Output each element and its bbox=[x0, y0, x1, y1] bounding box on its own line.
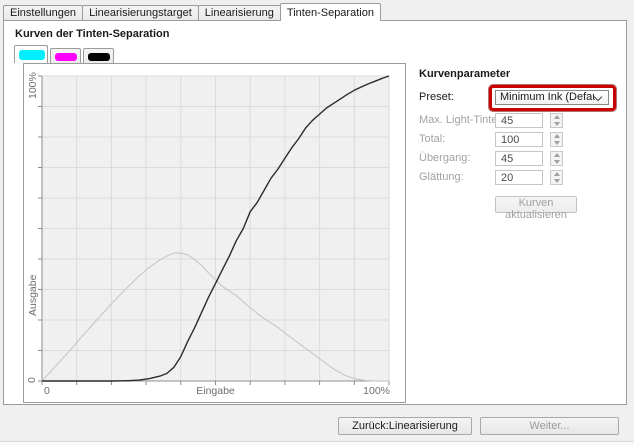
max-light-ink-field[interactable] bbox=[495, 113, 543, 128]
preset-highlight-annotation: Minimum Ink (Default) bbox=[489, 85, 616, 111]
glaettung-label: Glättung: bbox=[419, 170, 464, 185]
svg-text:Eingabe: Eingabe bbox=[196, 385, 235, 397]
tab-linearisierung[interactable]: Linearisierung bbox=[198, 5, 281, 20]
glaettung-field[interactable] bbox=[495, 170, 543, 185]
channel-tab-magenta[interactable] bbox=[50, 48, 81, 63]
parameters-heading: Kurvenparameter bbox=[419, 68, 510, 80]
tab-bar: Einstellungen Linearisierungstarget Line… bbox=[3, 2, 380, 20]
max-light-ink-label: Max. Light-Tinte: bbox=[419, 113, 501, 128]
section-heading: Kurven der Tinten-Separation bbox=[15, 28, 169, 40]
svg-text:0: 0 bbox=[26, 377, 38, 383]
update-curves-button[interactable]: Kurven aktualisieren bbox=[495, 196, 577, 213]
spin-up-icon[interactable] bbox=[551, 114, 562, 120]
preset-dropdown[interactable]: Minimum Ink (Default) bbox=[495, 90, 609, 105]
tab-einstellungen[interactable]: Einstellungen bbox=[3, 5, 83, 20]
separation-curves-chart: 100% Ausgabe 00 Eingabe 100% bbox=[24, 64, 405, 402]
channel-tab-cyan[interactable] bbox=[14, 45, 48, 63]
uebergang-label: Übergang: bbox=[419, 151, 470, 166]
uebergang-field[interactable] bbox=[495, 151, 543, 166]
spin-down-icon[interactable] bbox=[551, 159, 562, 165]
svg-text:100%: 100% bbox=[27, 72, 39, 99]
spin-up-icon[interactable] bbox=[551, 152, 562, 158]
cyan-swatch bbox=[19, 50, 45, 60]
spin-up-icon[interactable] bbox=[551, 133, 562, 139]
back-linearization-button[interactable]: Zurück:Linearisierung bbox=[338, 417, 472, 435]
total-field[interactable] bbox=[495, 132, 543, 147]
spin-down-icon[interactable] bbox=[551, 178, 562, 184]
magenta-swatch bbox=[55, 53, 77, 61]
tab-tinten-separation[interactable]: Tinten-Separation bbox=[280, 3, 381, 21]
black-swatch bbox=[88, 53, 110, 61]
glaettung-stepper[interactable] bbox=[550, 170, 563, 185]
next-button[interactable]: Weiter... bbox=[480, 417, 619, 435]
total-label: Total: bbox=[419, 132, 445, 147]
svg-text:Ausgabe: Ausgabe bbox=[27, 274, 39, 316]
tab-linearisierungstarget[interactable]: Linearisierungstarget bbox=[82, 5, 199, 20]
svg-text:100%: 100% bbox=[363, 385, 390, 397]
spin-up-icon[interactable] bbox=[551, 171, 562, 177]
channel-tab-black[interactable] bbox=[83, 48, 114, 63]
spin-down-icon[interactable] bbox=[551, 121, 562, 127]
max-light-ink-stepper[interactable] bbox=[550, 113, 563, 128]
svg-text:0: 0 bbox=[44, 385, 50, 397]
chart-panel: 100% Ausgabe 00 Eingabe 100% bbox=[23, 63, 406, 403]
chevron-down-icon bbox=[595, 94, 602, 101]
uebergang-stepper[interactable] bbox=[550, 151, 563, 166]
preset-value: Minimum Ink (Default) bbox=[500, 91, 595, 104]
total-stepper[interactable] bbox=[550, 132, 563, 147]
tab-page-tinten-separation: Kurven der Tinten-Separation 100% Ausgabe… bbox=[3, 20, 627, 405]
spin-down-icon[interactable] bbox=[551, 140, 562, 146]
window-bottom-edge bbox=[0, 441, 634, 446]
preset-label: Preset: bbox=[419, 90, 454, 105]
